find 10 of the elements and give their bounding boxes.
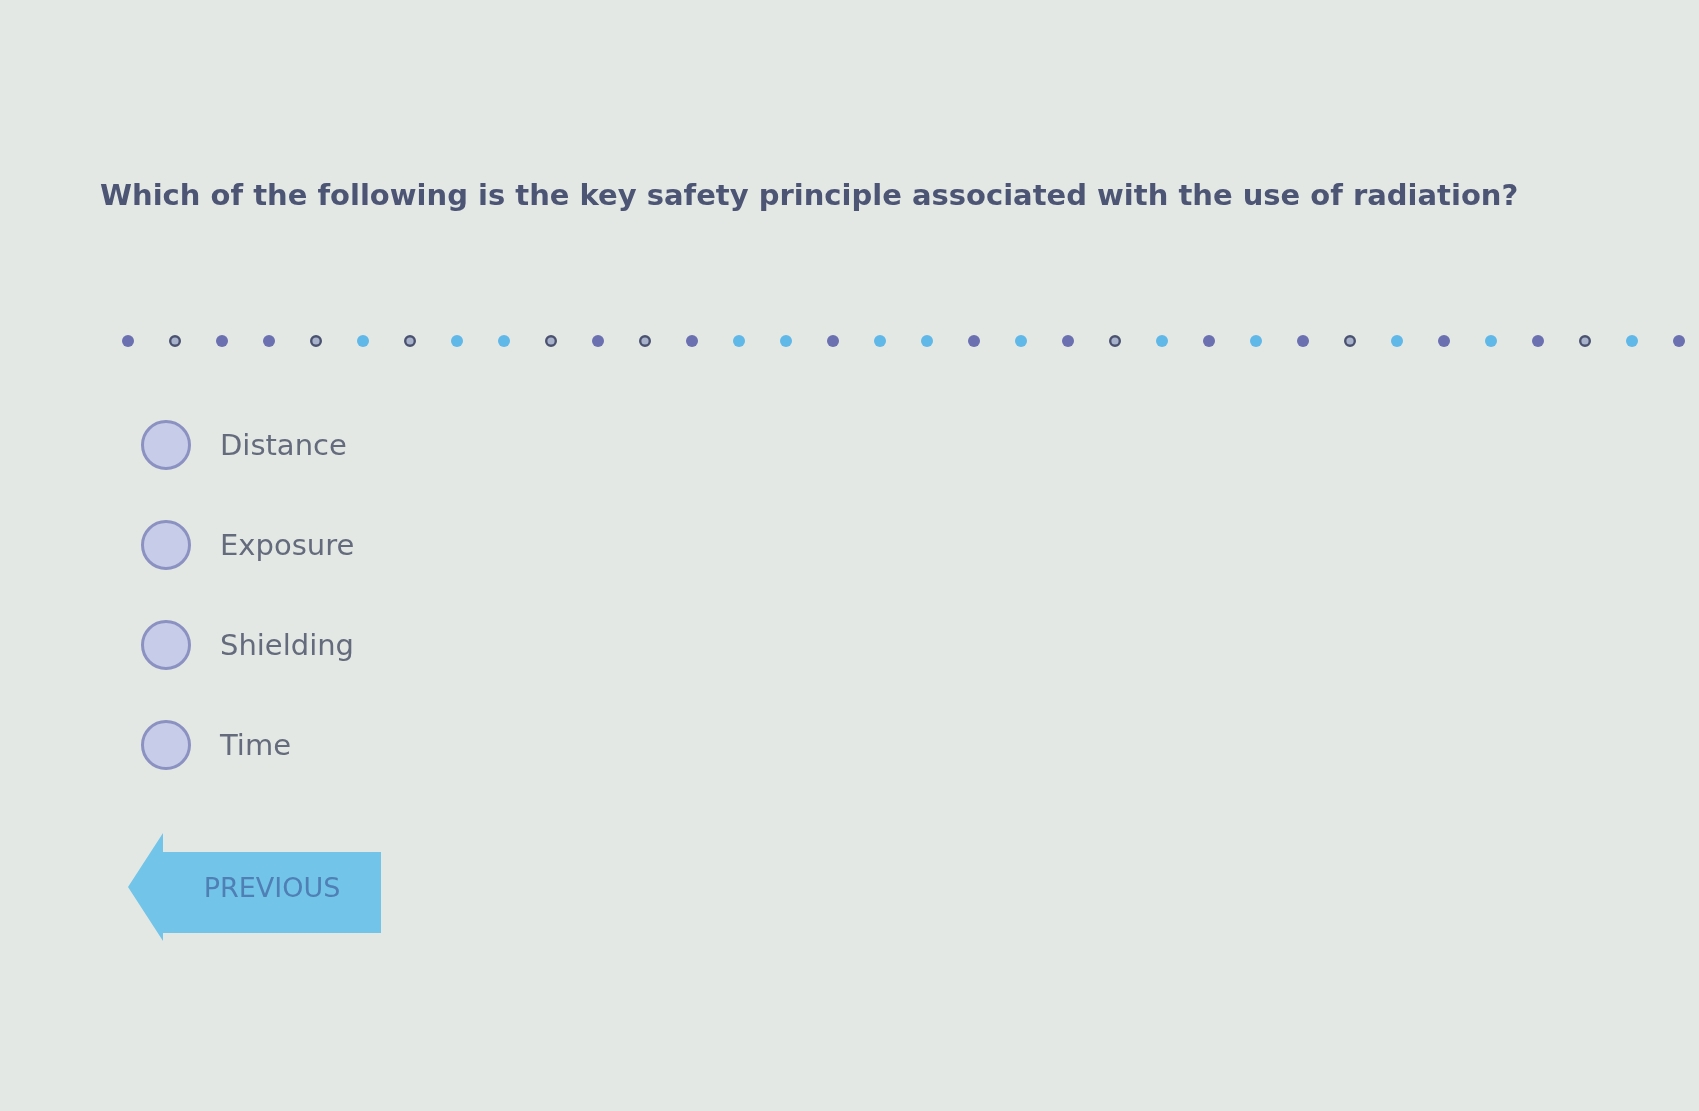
question-text: Which of the following is the key safety principle associated with the use of radiation? (100, 177, 1519, 214)
option-label: Time (220, 728, 291, 762)
radio-button[interactable] (141, 720, 191, 770)
radio-button[interactable] (141, 620, 191, 670)
option-label: Distance (220, 428, 347, 462)
radio-button[interactable] (141, 520, 191, 570)
previous-button[interactable]: PREVIOUS (128, 833, 381, 941)
option-label: Shielding (220, 628, 354, 662)
option-label: Exposure (220, 528, 355, 562)
radio-button[interactable] (141, 420, 191, 470)
